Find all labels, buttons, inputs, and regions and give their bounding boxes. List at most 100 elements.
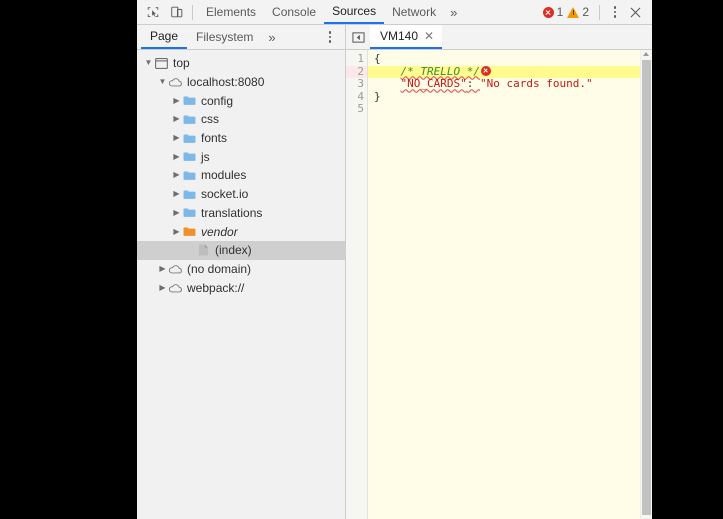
cloud-icon (168, 76, 183, 89)
folder-icon (182, 206, 197, 219)
code-line-3-value: "No cards found." (479, 77, 593, 91)
chevron-right-icon[interactable] (171, 134, 182, 142)
editor-tab-vm140[interactable]: VM140 ✕ (370, 25, 443, 49)
cloud-glyph (168, 265, 182, 274)
device-toolbar-icon[interactable] (165, 2, 189, 22)
more-panels-chevron-icon[interactable]: » (444, 5, 463, 20)
show-navigator-icon[interactable] (346, 25, 370, 49)
code-line-4-text: } (374, 89, 381, 103)
panel-tab-list: Elements Console Sources Network » (198, 0, 463, 24)
tree-item-label: (index) (215, 243, 252, 258)
editor-tab-close-icon[interactable]: ✕ (424, 29, 434, 43)
warning-count-badge[interactable]: 2 (567, 5, 589, 19)
device-toolbar-glyph (171, 6, 183, 18)
code-line-2-indent (374, 65, 401, 78)
line-number-gutter: 12345 (346, 50, 368, 519)
tab-console[interactable]: Console (264, 0, 324, 24)
chevron-right-icon[interactable] (171, 209, 182, 217)
screen: Elements Console Sources Network » 1 2 P… (0, 0, 723, 519)
folder-icon (182, 113, 197, 126)
folder-icon (182, 169, 197, 182)
kebab-dot (328, 40, 332, 43)
devtools-main-toolbar: Elements Console Sources Network » 1 2 (137, 0, 652, 25)
tree-item-modules[interactable]: modules (137, 166, 345, 185)
devtools-window: Elements Console Sources Network » 1 2 P… (137, 0, 652, 519)
file-tree[interactable]: top localhost:8080 config css fonts js modules… (137, 50, 345, 519)
code-content[interactable]: { /* TRELLO */ "NO_CARDS": "No cards fou… (368, 50, 640, 519)
more-navigator-tabs-chevron-icon[interactable]: » (262, 30, 281, 45)
chevron-right-icon[interactable] (171, 228, 182, 236)
code-line-1-text: { (374, 52, 381, 65)
chevron-right-icon[interactable] (171, 190, 182, 198)
tree-item-socket-io[interactable]: socket.io (137, 185, 345, 204)
tab-network[interactable]: Network (384, 0, 444, 24)
tree-item-js[interactable]: js (137, 147, 345, 166)
chevron-right-icon[interactable] (171, 97, 182, 105)
tab-sources-label: Sources (332, 4, 377, 18)
line-number-1[interactable]: 1 (346, 52, 367, 66)
toolbar-right-group: 1 2 (542, 0, 648, 24)
tree-item-label: top (173, 56, 190, 71)
tab-elements-label: Elements (206, 5, 257, 19)
folder-glyph (183, 152, 196, 162)
tree-item-fonts[interactable]: fonts (137, 129, 345, 148)
tree-item-css[interactable]: css (137, 110, 345, 129)
chevron-right-icon[interactable] (171, 115, 182, 123)
tree-item-localhost-8080[interactable]: localhost:8080 (137, 73, 345, 92)
navigator-toolbar: Page Filesystem » (137, 25, 345, 50)
navigator-more-options-button[interactable] (321, 27, 339, 47)
tree-item-webpack[interactable]: webpack:// (137, 278, 345, 297)
chevron-down-icon[interactable] (157, 78, 168, 86)
nav-tab-filesystem[interactable]: Filesystem (187, 25, 262, 49)
kebab-dot (328, 31, 332, 34)
cloud-glyph (168, 78, 182, 87)
folder-glyph (183, 115, 196, 124)
tree-item-label: css (201, 112, 219, 127)
tab-elements[interactable]: Elements (198, 0, 264, 24)
editor-vertical-scrollbar[interactable] (640, 50, 652, 519)
sources-navigator-pane: Page Filesystem » top localhost:8080 confi… (137, 25, 346, 519)
devtools-main-menu-button[interactable] (606, 2, 624, 22)
close-devtools-button[interactable] (624, 2, 646, 22)
folder-icon (182, 94, 197, 107)
tree-item-label: (no domain) (187, 261, 252, 276)
nav-tab-page-label: Page (150, 29, 179, 43)
frame-icon (154, 57, 169, 70)
tree-item-translations[interactable]: translations (137, 204, 345, 223)
scroll-up-arrow-icon[interactable] (643, 52, 649, 56)
line-number-3[interactable]: 3 (346, 78, 367, 91)
folder-glyph (183, 96, 196, 106)
scrollbar-thumb[interactable] (642, 60, 651, 515)
chevron-down-icon[interactable] (143, 59, 154, 67)
tree-item-vendor[interactable]: vendor (137, 222, 345, 241)
inline-error-icon[interactable] (480, 65, 491, 76)
inspect-cursor-glyph (147, 7, 159, 17)
tab-sources[interactable]: Sources (324, 0, 385, 24)
nav-tab-page[interactable]: Page (141, 25, 188, 49)
document-icon (196, 244, 211, 257)
inspect-cursor-icon[interactable] (141, 2, 165, 22)
code-line-4: } (368, 89, 640, 104)
tree-item-top[interactable]: top (137, 54, 345, 73)
kebab-dot (613, 6, 617, 9)
tree-item-label: translations (201, 205, 263, 220)
code-line-2-comment: /* TRELLO */ (400, 64, 480, 78)
warning-triangle-icon (567, 6, 580, 18)
chevron-right-icon[interactable] (171, 153, 182, 161)
tree-item-label: modules (201, 168, 247, 183)
tree-item-index[interactable]: (index) (137, 240, 345, 260)
folder-glyph (183, 190, 196, 199)
tree-item-config[interactable]: config (137, 91, 345, 110)
source-editor-pane: VM140 ✕ 12345 { /* TRELLO */ "NO_CARDS":… (346, 25, 652, 519)
chevron-right-icon[interactable] (157, 284, 168, 292)
tree-item-no-domain[interactable]: (no domain) (137, 260, 345, 279)
chevron-right-icon[interactable] (157, 265, 168, 273)
tree-item-label: config (201, 93, 234, 108)
chevron-right-icon[interactable] (171, 171, 182, 179)
error-count-badge[interactable]: 1 (542, 5, 563, 19)
line-number-5[interactable]: 5 (346, 103, 367, 116)
folder-icon (182, 132, 197, 145)
toolbar-divider-right (599, 4, 600, 20)
folder-orange-icon (182, 225, 197, 238)
code-editor[interactable]: 12345 { /* TRELLO */ "NO_CARDS": "No car… (346, 50, 652, 519)
